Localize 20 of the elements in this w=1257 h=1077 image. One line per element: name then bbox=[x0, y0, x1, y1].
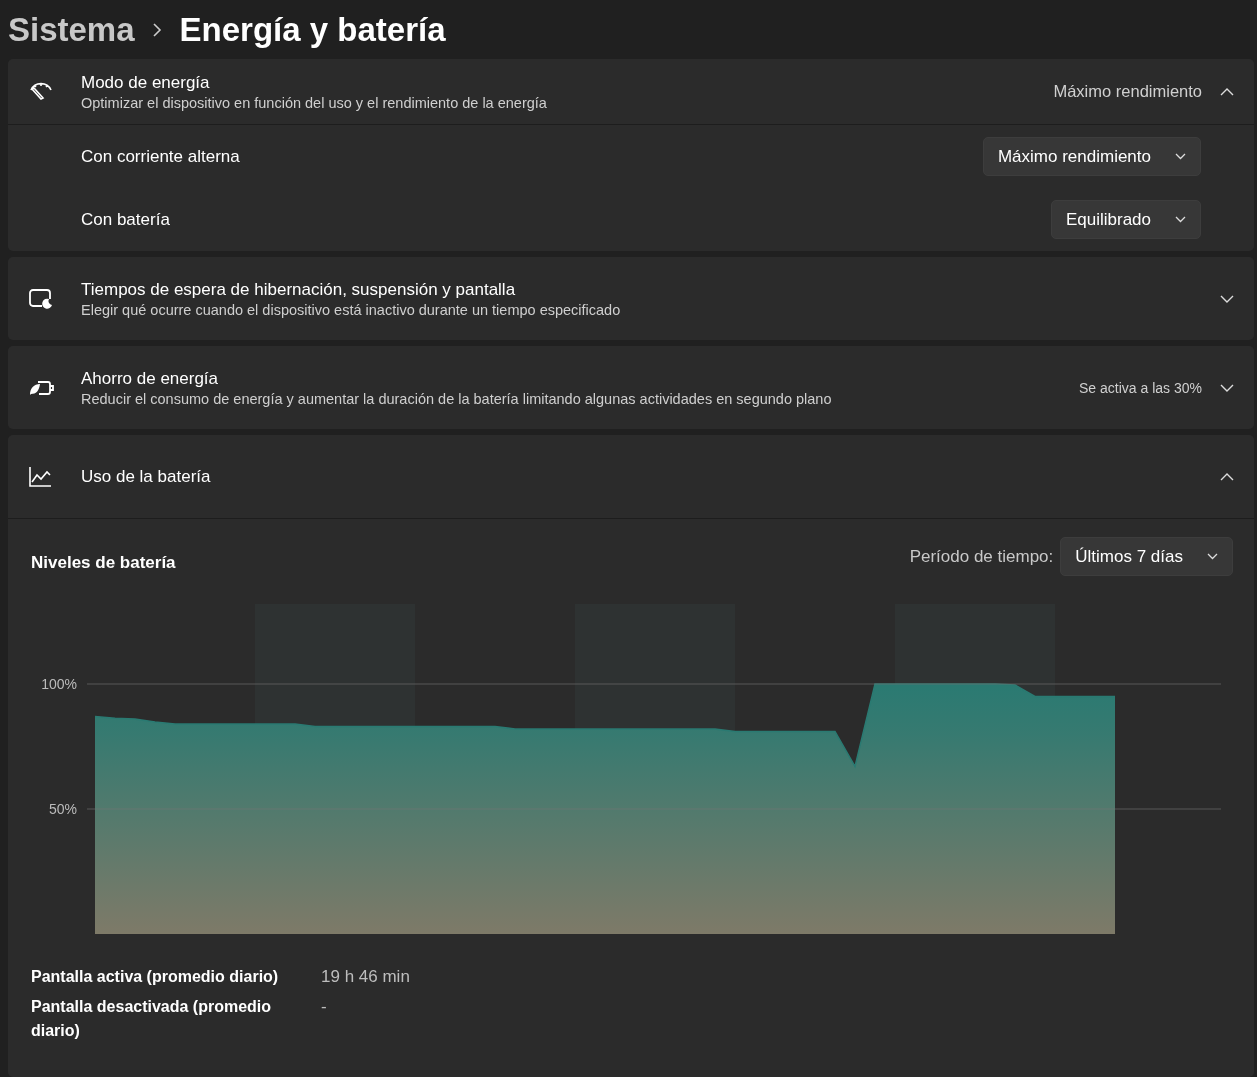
section-description: Elegir qué ocurre cuando el dispositivo está inactivo durante un tiempo especificado bbox=[81, 301, 622, 318]
period-label: Período de tiempo: bbox=[909, 546, 1054, 567]
section-title: Ahorro de energía bbox=[81, 368, 220, 389]
section-title: Uso de la batería bbox=[81, 466, 212, 487]
axis-label: 50% bbox=[48, 801, 77, 817]
page-title: Energía y batería bbox=[179, 11, 446, 49]
section-description: Optimizar el dispositivo en función del uso y el rendimiento de la energía bbox=[81, 94, 548, 111]
stat-label: Pantalla activa (promedio diario) bbox=[31, 967, 280, 987]
stat-value: 19 h 46 min bbox=[321, 966, 411, 988]
section-value: Máximo rendimiento bbox=[1053, 82, 1202, 101]
setting-label: Con corriente alterna bbox=[81, 146, 240, 167]
axis-label: 100% bbox=[41, 676, 77, 692]
section-description: Reducir el consumo de energía y aumentar la duración de la batería limitando algunas actividades en segundo plano bbox=[81, 390, 833, 407]
section-title: Modo de energía bbox=[81, 72, 211, 93]
section-value: Se activa a las 30% bbox=[1079, 379, 1202, 396]
stat-value: - bbox=[321, 996, 328, 1018]
section-title: Tiempos de espera de hibernación, suspensión y pantalla bbox=[81, 279, 517, 300]
stat-label: Pantalla desactivada (promedio diario) bbox=[31, 997, 273, 1041]
setting-label: Con batería bbox=[81, 209, 170, 230]
chart-heading: Niveles de batería bbox=[31, 552, 176, 573]
